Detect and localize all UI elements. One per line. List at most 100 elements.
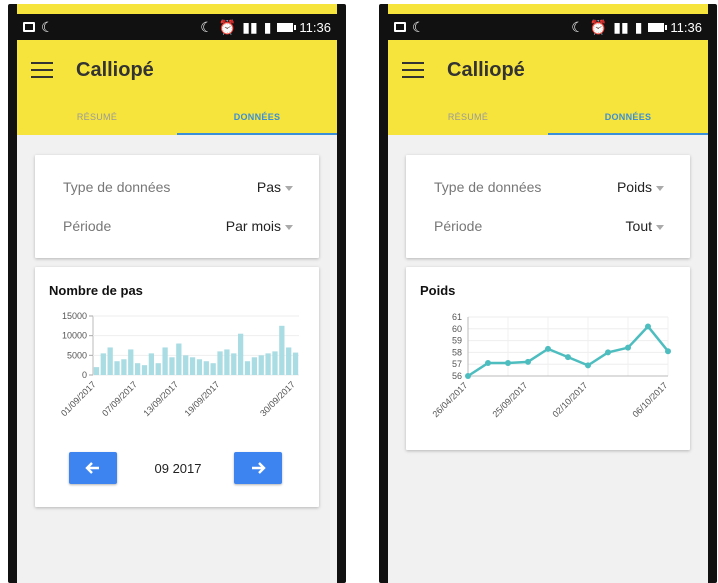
data-point [545, 345, 551, 352]
bar [100, 353, 106, 375]
tab-donnees[interactable]: DONNÉES [548, 98, 708, 135]
bar [93, 367, 100, 375]
menu-icon[interactable] [402, 62, 424, 78]
bar [189, 357, 196, 375]
data-point [585, 362, 591, 369]
app-title: Calliopé [76, 58, 154, 81]
active-tab-indicator [548, 133, 708, 135]
bar [286, 347, 292, 375]
period-select[interactable]: Par mois [226, 218, 293, 234]
bar [176, 343, 182, 375]
type-select[interactable]: Poids [617, 179, 664, 195]
period-label-current: 09 2017 [154, 461, 202, 476]
arrow-right-icon [252, 462, 266, 474]
type-value: Poids [616, 179, 652, 195]
tab-resume[interactable]: RÉSUMÉ [388, 98, 548, 135]
bar [155, 363, 161, 375]
tab-resume[interactable]: RÉSUMÉ [17, 98, 177, 135]
weight-line-chart: 56 57 5859 60 61 26/04/2017 25/09/2017 02/10/20… [430, 312, 671, 419]
signal-weak-icon: ▮ [263, 19, 272, 35]
signal-weak-icon: ▮ [634, 19, 643, 35]
data-point [485, 360, 491, 367]
active-tab-indicator [177, 133, 337, 135]
phone-right: ☾ ☾ ⏰ ▮▮ ▮ 11:36 Calliopé RÉSUMÉ DONNÉES [379, 4, 717, 583]
y-tick-label: 59 [452, 336, 462, 346]
image-notification-icon [394, 22, 406, 32]
data-point [465, 373, 471, 379]
signal-icon: ▮▮ [242, 19, 258, 35]
period-value: Par mois [225, 218, 281, 234]
bar [224, 349, 230, 375]
bar [169, 357, 175, 375]
data-point [665, 348, 671, 355]
data-point [565, 354, 571, 361]
app-title: Calliopé [447, 58, 525, 81]
alarm-icon: ⏰ [218, 19, 237, 35]
x-tick-label: 07/09/2017 [100, 379, 139, 418]
bar [107, 347, 113, 375]
bar [183, 355, 189, 375]
y-tick-label: 60 [452, 324, 462, 334]
x-tick-label: 01/09/2017 [59, 379, 98, 418]
screen-right: ☾ ☾ ⏰ ▮▮ ▮ 11:36 Calliopé RÉSUMÉ DONNÉES [388, 4, 708, 583]
next-period-button[interactable] [234, 452, 282, 484]
moon-icon: ☾ [571, 19, 584, 35]
signal-icon: ▮▮ [613, 19, 629, 35]
toolbar: Calliopé [388, 46, 708, 94]
bar [258, 355, 264, 375]
bar [203, 361, 209, 375]
period-select[interactable]: Tout [626, 218, 664, 234]
data-point [605, 349, 611, 356]
bar [279, 325, 285, 375]
clock: 11:36 [670, 19, 702, 35]
bar [162, 347, 168, 375]
image-notification-icon [23, 22, 35, 32]
bar [265, 353, 271, 375]
arrow-left-icon [85, 462, 99, 474]
chart-title: Nombre de pas [49, 283, 143, 298]
menu-icon[interactable] [31, 62, 53, 78]
type-value: Pas [256, 179, 281, 195]
steps-chart-card: Nombre de pas 0 5000 10000 15000 01/09/2017 0… [35, 267, 319, 507]
phone-left: ☾ ☾ ⏰ ▮▮ ▮ 11:36 Calliopé RÉSUMÉ DONNÉES [8, 4, 346, 583]
x-tick-label: 02/10/2017 [550, 380, 589, 419]
y-tick-label: 10000 [62, 331, 87, 341]
x-tick-label: 13/09/2017 [141, 379, 180, 418]
dropdown-caret-icon [656, 185, 664, 191]
y-tick-label: 15000 [62, 311, 87, 321]
dropdown-caret-icon [656, 224, 664, 230]
y-tick-label: 58 [452, 347, 462, 357]
x-tick-label: 19/09/2017 [183, 379, 222, 418]
period-label: Période [63, 218, 112, 234]
period-label: Période [434, 218, 483, 234]
data-point [645, 323, 651, 330]
previous-period-button[interactable] [69, 452, 117, 484]
bar [121, 359, 127, 375]
toolbar: Calliopé [17, 46, 337, 94]
alarm-icon: ⏰ [589, 19, 608, 35]
filter-card: Type de données Pas Période Par mois [35, 155, 319, 258]
filter-card: Type de données Poids Période Tout [406, 155, 690, 258]
type-select[interactable]: Pas [257, 179, 293, 195]
chart-title: Poids [420, 283, 456, 298]
status-bar: ☾ ☾ ⏰ ▮▮ ▮ 11:36 [17, 14, 337, 40]
dropdown-caret-icon [285, 224, 293, 230]
battery-icon [277, 22, 297, 32]
app-bar: ☾ ☾ ⏰ ▮▮ ▮ 11:36 Calliopé RÉSUMÉ DONNÉES [388, 4, 708, 135]
series-line [467, 324, 669, 378]
steps-bar-chart: 0 5000 10000 15000 01/09/2017 07/09/2017 13/09… [59, 311, 299, 418]
battery-icon [648, 22, 668, 32]
moon-icon: ☾ [41, 19, 54, 35]
x-tick-label: 30/09/2017 [258, 379, 297, 418]
data-point [525, 358, 531, 365]
x-tick-label: 25/09/2017 [490, 380, 529, 419]
type-label: Type de données [434, 179, 542, 195]
y-tick-label: 61 [452, 312, 462, 322]
status-bar: ☾ ☾ ⏰ ▮▮ ▮ 11:36 [388, 14, 708, 40]
bar [244, 361, 251, 375]
tab-donnees[interactable]: DONNÉES [177, 98, 337, 135]
app-bar: ☾ ☾ ⏰ ▮▮ ▮ 11:36 Calliopé RÉSUMÉ DONNÉES [17, 4, 337, 135]
bar [135, 363, 141, 375]
weight-chart-card: Poids 56 57 58 59 60 61 26/04/2017 25/09/2017 02… [406, 267, 690, 450]
bar [141, 365, 148, 375]
